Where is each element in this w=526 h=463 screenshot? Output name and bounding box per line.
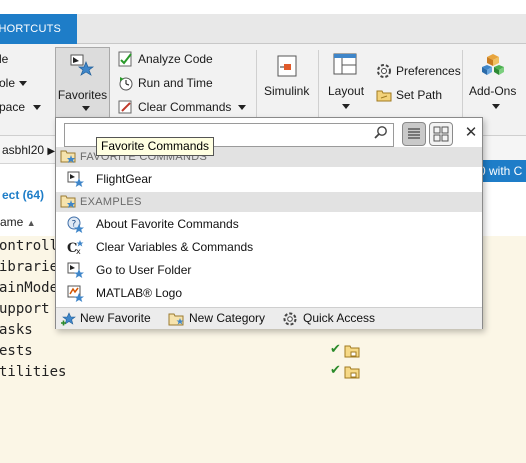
clear-commands-icon bbox=[118, 100, 132, 114]
chevron-down-icon bbox=[82, 106, 90, 111]
matlab-logo-icon bbox=[67, 285, 84, 302]
simulink-button[interactable]: Simulink bbox=[264, 84, 309, 98]
folder-icon bbox=[344, 345, 360, 358]
ribbon-partial-item-1[interactable]: le bbox=[0, 52, 8, 66]
chevron-down-icon bbox=[33, 105, 42, 111]
new-favorite-icon bbox=[61, 312, 76, 326]
favorite-item-flightgear[interactable]: FlightGear bbox=[56, 168, 482, 191]
category-folder-icon bbox=[60, 150, 76, 163]
simulink-icon bbox=[277, 55, 297, 77]
ribbon-tab-strip: SHORTCUTS bbox=[0, 14, 526, 44]
ribbon-divider bbox=[318, 50, 319, 126]
chevron-down-icon bbox=[19, 81, 28, 87]
set-path-button[interactable]: Set Path bbox=[396, 88, 442, 102]
command-window-icon bbox=[67, 262, 84, 278]
analyze-code-icon bbox=[118, 51, 132, 67]
list-view-icon bbox=[408, 128, 420, 139]
ribbon-divider bbox=[462, 50, 463, 126]
new-category-button[interactable]: New Category bbox=[168, 308, 265, 329]
layout-icon bbox=[333, 53, 357, 75]
run-and-time-icon bbox=[119, 77, 133, 91]
title-bar-strip bbox=[0, 0, 526, 14]
analyze-code-button[interactable]: Analyze Code bbox=[138, 52, 213, 66]
favorites-icon bbox=[70, 54, 95, 76]
tab-shortcuts[interactable]: SHORTCUTS bbox=[0, 14, 77, 44]
gear-icon bbox=[283, 312, 297, 326]
new-category-icon bbox=[168, 313, 184, 326]
favorite-item-clear-variables[interactable]: C x Clear Variables & Commands bbox=[56, 236, 482, 259]
gear-icon bbox=[377, 64, 391, 78]
set-path-icon bbox=[376, 90, 392, 102]
favorites-label: Favorites bbox=[57, 88, 108, 102]
favorite-item-about[interactable]: ? About Favorite Commands bbox=[56, 213, 482, 236]
favorite-command-icon bbox=[67, 171, 84, 187]
favorite-item-matlab-logo[interactable]: MATLAB® Logo bbox=[56, 282, 482, 305]
grid-view-toggle[interactable] bbox=[429, 122, 453, 146]
clear-commands-button[interactable]: Clear Commands bbox=[138, 100, 247, 114]
close-icon[interactable]: ✕ bbox=[461, 123, 481, 141]
favorite-item-go-to-user-folder[interactable]: Go to User Folder bbox=[56, 259, 482, 282]
layout-button[interactable]: Layout bbox=[328, 84, 364, 98]
clear-variables-icon: C x bbox=[67, 240, 84, 256]
folder-title: ect (64) bbox=[2, 188, 45, 202]
chevron-right-icon: ▶ bbox=[47, 146, 56, 157]
sort-up-icon: ▲ bbox=[26, 218, 36, 228]
grid-view-icon bbox=[433, 126, 449, 142]
category-folder-icon bbox=[60, 195, 76, 208]
chevron-down-icon bbox=[492, 104, 500, 109]
check-icon: ✔ bbox=[330, 342, 341, 357]
favorites-button[interactable]: Favorites bbox=[55, 47, 110, 119]
category-header-examples[interactable]: EXAMPLES bbox=[56, 192, 482, 212]
chevron-down-icon bbox=[238, 105, 247, 111]
list-item[interactable]: ests ✔ bbox=[0, 341, 526, 362]
list-item[interactable]: tilities ✔ bbox=[0, 362, 526, 383]
run-and-time-button[interactable]: Run and Time bbox=[138, 76, 213, 90]
help-icon: ? bbox=[67, 216, 84, 233]
chevron-down-icon bbox=[342, 104, 350, 109]
new-favorite-button[interactable]: New Favorite bbox=[60, 308, 151, 329]
ribbon-partial-item-2[interactable]: ole bbox=[0, 76, 28, 90]
preferences-button[interactable]: Preferences bbox=[396, 64, 461, 78]
ribbon-divider bbox=[256, 50, 257, 126]
name-column-header[interactable]: ame ▲ bbox=[0, 215, 36, 229]
add-ons-button[interactable]: Add-Ons bbox=[469, 84, 516, 98]
list-view-toggle[interactable] bbox=[402, 122, 426, 146]
add-ons-icon bbox=[482, 54, 504, 75]
favorites-tooltip: Favorite Commands bbox=[96, 137, 215, 156]
folder-icon bbox=[344, 366, 360, 379]
popup-footer: New Favorite New Category Quick Access bbox=[56, 307, 482, 329]
path-segment[interactable]: asbhl20 ▶ bbox=[2, 143, 55, 157]
svg-text:x: x bbox=[76, 247, 81, 256]
ribbon-partial-item-3[interactable]: pace bbox=[0, 100, 42, 114]
quick-access-button[interactable]: Quick Access bbox=[282, 308, 375, 329]
check-icon: ✔ bbox=[330, 363, 341, 378]
search-icon[interactable] bbox=[374, 125, 388, 139]
